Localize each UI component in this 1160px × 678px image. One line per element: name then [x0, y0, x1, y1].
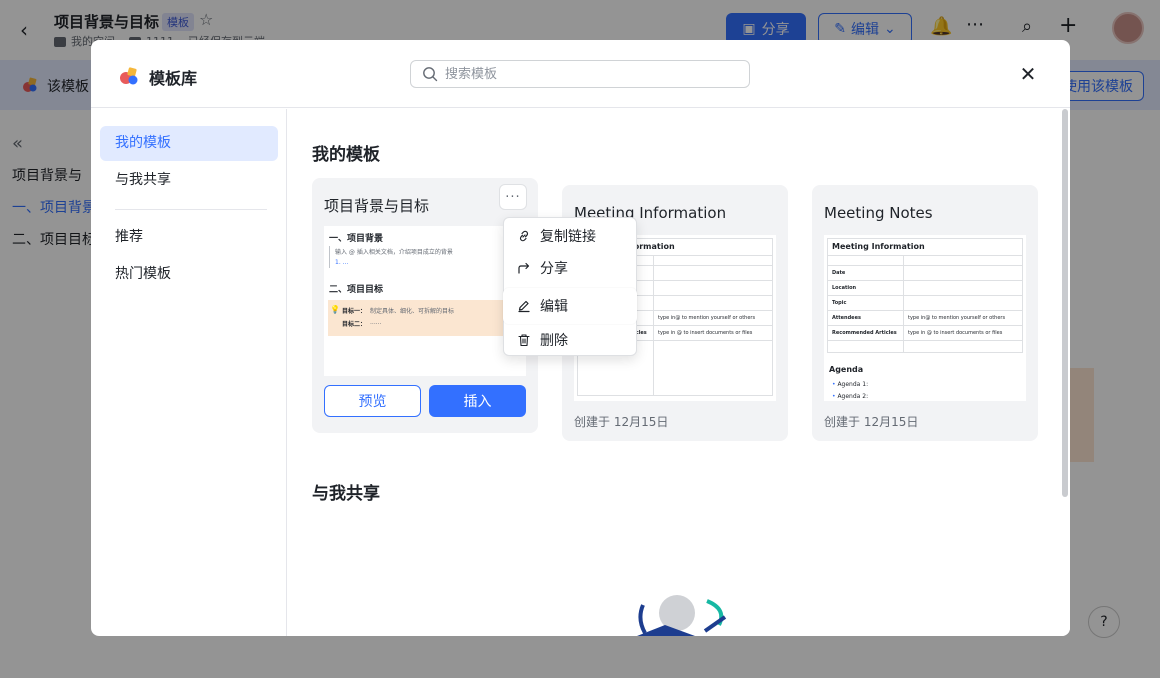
menu-item-share[interactable]: 分享: [504, 252, 636, 284]
trash-icon: [518, 334, 530, 347]
table-row: [828, 255, 1022, 265]
pencil-icon: [518, 300, 530, 313]
sidebar-divider: [115, 209, 267, 210]
menu-item-delete[interactable]: 删除: [504, 324, 636, 356]
sidebar-item-recommended[interactable]: 推荐: [100, 220, 278, 255]
preview-agenda-title: Agenda: [829, 365, 864, 374]
card-title: 项目背景与目标: [324, 197, 430, 215]
card-preview: 一、项目背景 输入 @ 插入相关文档，介绍项目成立的背景 1. ... 二、项目…: [324, 226, 526, 376]
search-icon: [423, 67, 438, 82]
goal-label: 目标一：: [342, 308, 367, 315]
section-title-shared: 与我共享: [312, 484, 380, 504]
menu-item-copy-link[interactable]: 复制链接: [504, 220, 636, 252]
preview-heading: 一、项目背景: [329, 234, 384, 244]
preview-button[interactable]: 预览: [324, 385, 421, 417]
goal-text: ......: [370, 319, 382, 326]
share-icon: [518, 262, 530, 274]
link-icon: [519, 230, 529, 242]
template-search[interactable]: [410, 60, 750, 88]
table-row: Location: [828, 280, 1022, 295]
preview-table: Meeting Information Date Location Topic …: [827, 238, 1023, 353]
empty-state-illustration: [637, 595, 727, 636]
card-options-menu: 复制链接 分享 编辑 删除: [503, 217, 637, 356]
template-library-modal: 模板库 ✕ 我的模板 与我共享 推荐 热门模板 我的模板 项目背景与目标 ···…: [91, 40, 1070, 636]
preview-text: 输入 @ 插入相关文档，介绍项目成立的背景: [335, 249, 453, 256]
preview-agenda-item: • Agenda 1:: [832, 381, 869, 388]
table-row: Date: [828, 265, 1022, 280]
card-created-date: 创建于 12月15日: [574, 415, 669, 429]
table-title: Meeting Information: [832, 242, 925, 251]
menu-item-edit[interactable]: 编辑: [503, 288, 637, 324]
close-icon[interactable]: ✕: [1017, 63, 1039, 85]
preview-agenda-item: • Agenda 2:: [832, 393, 869, 400]
modal-title: 模板库: [149, 69, 198, 88]
sidebar-item-my-templates[interactable]: 我的模板: [100, 126, 278, 161]
preview-callout: 💡 目标一： 制定具体、细化、可拆解的目标 目标二： ......: [328, 300, 522, 336]
modal-header: 模板库 ✕: [91, 40, 1070, 108]
modal-main: 我的模板 项目背景与目标 ··· 一、项目背景 输入 @ 插入相关文档，介绍项目…: [288, 109, 1070, 636]
template-card[interactable]: Meeting Notes Meeting Information Date L…: [812, 185, 1038, 441]
section-title-my: 我的模板: [312, 145, 380, 165]
lightbulb-icon: 💡: [330, 305, 340, 314]
insert-button[interactable]: 插入: [429, 385, 526, 417]
card-created-date: 创建于 12月15日: [824, 415, 919, 429]
preview-text: 1. ...: [335, 259, 349, 266]
sidebar-item-shared[interactable]: 与我共享: [100, 163, 278, 198]
scrollbar[interactable]: [1062, 109, 1068, 497]
preview-quote-bar: [329, 246, 330, 268]
table-row: Recommended Articlestype in @ to insert …: [828, 325, 1022, 340]
preview-heading: 二、项目目标: [329, 285, 384, 295]
more-options-button[interactable]: ···: [499, 184, 527, 210]
card-title: Meeting Notes: [824, 204, 933, 222]
modal-sidebar: 我的模板 与我共享 推荐 热门模板: [91, 109, 287, 636]
template-library-logo-icon: [120, 67, 138, 85]
table-row: [828, 340, 1022, 352]
table-row: Attendeestype in@ to mention yourself or…: [828, 310, 1022, 325]
goal-text: 制定具体、细化、可拆解的目标: [370, 308, 455, 315]
sidebar-item-popular[interactable]: 热门模板: [100, 257, 278, 292]
goal-label: 目标二：: [342, 321, 367, 328]
search-input[interactable]: [445, 64, 741, 84]
card-preview: Meeting Information Date Location Topic …: [824, 235, 1026, 401]
table-row: Topic: [828, 295, 1022, 310]
